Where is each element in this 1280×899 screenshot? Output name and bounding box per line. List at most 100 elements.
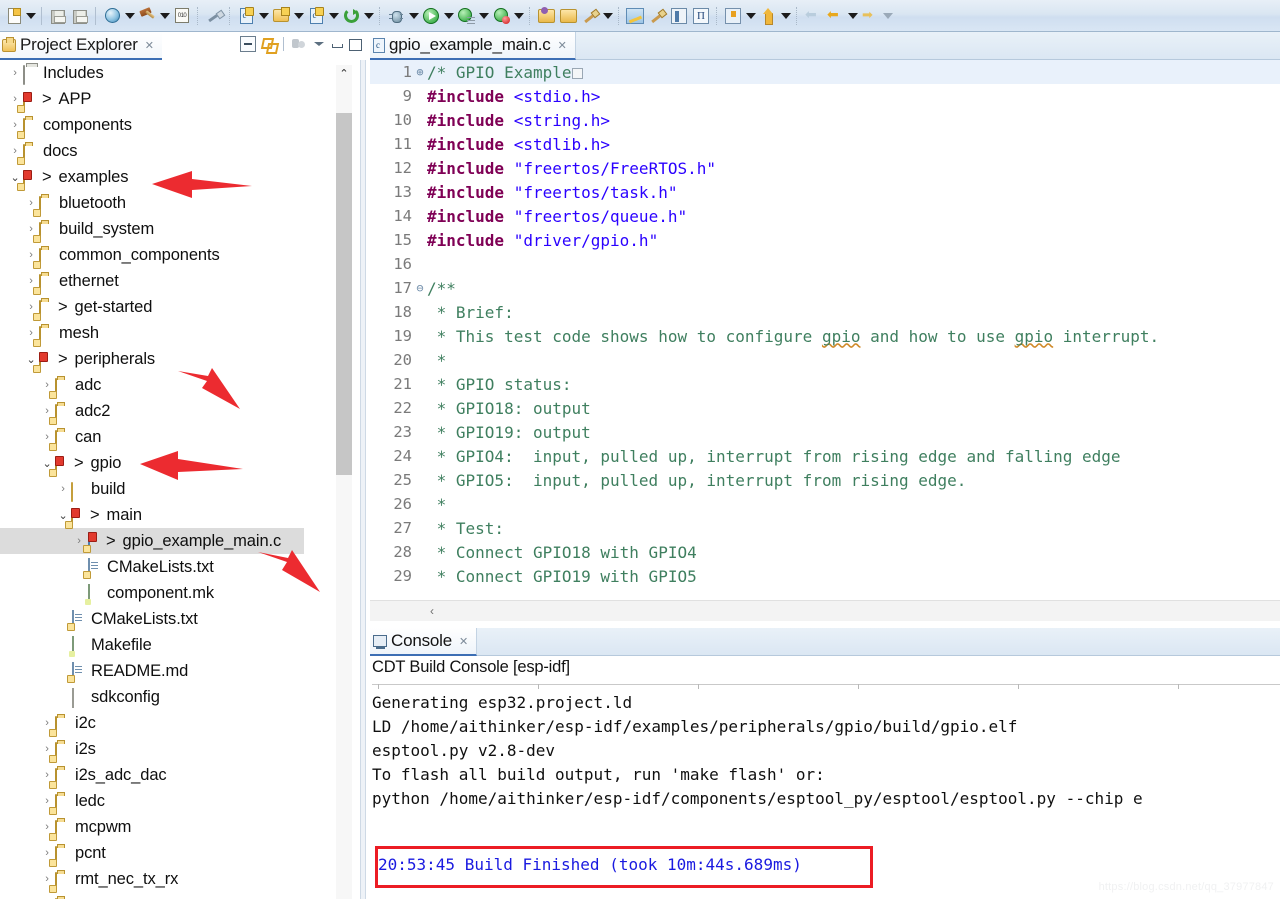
chevron-down-icon[interactable]: ⌄ (56, 509, 70, 522)
code-line[interactable]: 23 * GPIO19: output (370, 420, 1280, 444)
code-line[interactable]: 24 * GPIO4: input, pulled up, interrupt … (370, 444, 1280, 468)
tree-item-component-mk[interactable]: component.mk (0, 580, 346, 606)
tree-item-examples[interactable]: ⌄ > examples (0, 164, 346, 190)
new-c-file-dropdown-arrow[interactable] (327, 5, 340, 27)
new-folder-dropdown-arrow[interactable] (292, 5, 305, 27)
run-configuration-icon[interactable] (455, 5, 477, 27)
explorer-editor-sash[interactable] (360, 60, 366, 899)
code-line[interactable]: 29 * Connect GPIO19 with GPIO5 (370, 564, 1280, 588)
tree-item-rmt-tx[interactable]: ›rmt_tx (0, 892, 346, 899)
fold-toggle-icon[interactable]: ⊕ (414, 65, 426, 79)
code-line[interactable]: 19 * This test code shows how to configu… (370, 324, 1280, 348)
tree-item-i2c[interactable]: › i2c (0, 710, 346, 736)
tree-item-i2s[interactable]: › i2s (0, 736, 346, 762)
new-c-project-icon[interactable] (235, 5, 257, 27)
build-hammer-icon[interactable] (136, 5, 158, 27)
run-error-icon[interactable] (490, 5, 512, 27)
back-dropdown-arrow[interactable] (846, 5, 859, 27)
terminal-icon[interactable] (646, 5, 668, 27)
code-line[interactable]: 17 ⊖/** (370, 276, 1280, 300)
new-c-project-dropdown-arrow[interactable] (257, 5, 270, 27)
scroll-up-icon[interactable]: ⌃ (336, 65, 352, 81)
scroll-left-icon[interactable]: ‹ (430, 604, 434, 618)
tree-item-includes[interactable]: › Includes (0, 60, 346, 86)
build-dropdown-arrow[interactable] (158, 5, 171, 27)
debug-dropdown-arrow[interactable] (407, 5, 420, 27)
code-line[interactable]: 12 #include "freertos/FreeRTOS.h" (370, 156, 1280, 180)
code-line[interactable]: 13 #include "freertos/task.h" (370, 180, 1280, 204)
open-folder-icon[interactable] (557, 5, 579, 27)
tree-item-adc2[interactable]: › adc2 (0, 398, 346, 424)
chevron-right-icon[interactable]: › (40, 717, 54, 729)
chevron-right-icon[interactable]: › (40, 795, 54, 807)
binary-file-icon[interactable]: 010 (171, 5, 193, 27)
chevron-right-icon[interactable]: › (24, 275, 38, 287)
editor-horizontal-scrollbar[interactable]: ‹ (370, 600, 1280, 621)
chevron-right-icon[interactable]: › (24, 327, 38, 339)
perspective-view-icon[interactable] (668, 5, 690, 27)
editor-code-area[interactable]: 1 ⊕/* GPIO Example 9 #include <stdio.h> 10 #i… (370, 60, 1280, 600)
pen-edit-icon[interactable] (203, 5, 225, 27)
chevron-right-icon[interactable]: › (24, 223, 38, 235)
chevron-down-icon[interactable]: ⌄ (40, 457, 54, 470)
new-folder-icon[interactable] (270, 5, 292, 27)
collapse-all-icon[interactable] (240, 36, 256, 52)
maximize-icon[interactable] (348, 36, 362, 52)
tree-item-ledc[interactable]: › ledc (0, 788, 346, 814)
tree-item-build-system[interactable]: › build_system (0, 216, 346, 242)
tree-item-peripherals[interactable]: ⌄ > peripherals (0, 346, 346, 372)
code-line[interactable]: 15 #include "driver/gpio.h" (370, 228, 1280, 252)
refresh-dropdown-arrow[interactable] (362, 5, 375, 27)
brush-icon[interactable] (579, 5, 601, 27)
run-error-dropdown-arrow[interactable] (512, 5, 525, 27)
tab-project-explorer[interactable]: Project Explorer ✕ (0, 32, 162, 60)
chevron-right-icon[interactable]: › (56, 483, 70, 495)
debug-bug-icon[interactable] (385, 5, 407, 27)
chevron-right-icon[interactable]: › (40, 405, 54, 417)
link-with-editor-icon[interactable] (261, 36, 277, 52)
code-line[interactable]: 11 #include <stdlib.h> (370, 132, 1280, 156)
tree-item-rmt-nec-tx-rx[interactable]: › rmt_nec_tx_rx (0, 866, 346, 892)
chevron-right-icon[interactable]: › (24, 197, 38, 209)
tree-item-app[interactable]: › > APP (0, 86, 346, 112)
pi-icon[interactable]: Π (690, 5, 712, 27)
tab-gpio-example-main-c[interactable]: gpio_example_main.c ✕ (370, 32, 576, 60)
chevron-down-icon[interactable]: ⌄ (8, 171, 22, 184)
run-dropdown-arrow[interactable] (442, 5, 455, 27)
back-arrow-icon[interactable] (824, 5, 846, 27)
run-icon[interactable] (420, 5, 442, 27)
tree-item-cmakelists-txt[interactable]: CMakeLists.txt (0, 606, 346, 632)
code-line[interactable]: 1 ⊕/* GPIO Example (370, 60, 1280, 84)
code-line[interactable]: 20 * (370, 348, 1280, 372)
tree-item-docs[interactable]: › docs (0, 138, 346, 164)
fold-toggle-icon[interactable]: ⊖ (414, 281, 426, 295)
code-line[interactable]: 26 * (370, 492, 1280, 516)
forward-dropdown-arrow[interactable] (881, 5, 894, 27)
tree-item-pcnt[interactable]: › pcnt (0, 840, 346, 866)
close-icon[interactable]: ✕ (145, 39, 154, 52)
chevron-right-icon[interactable]: › (40, 847, 54, 859)
close-icon[interactable]: ✕ (558, 39, 567, 52)
code-line[interactable]: 25 * GPIO5: input, pulled up, interrupt … (370, 468, 1280, 492)
brush-dropdown-arrow[interactable] (601, 5, 614, 27)
tree-item-readme-md[interactable]: README.md (0, 658, 346, 684)
open-perspective-icon[interactable] (624, 5, 646, 27)
tree-item-adc[interactable]: › adc (0, 372, 346, 398)
refresh-icon[interactable] (340, 5, 362, 27)
tree-item-ethernet[interactable]: › ethernet (0, 268, 346, 294)
tree-item-common-components[interactable]: › common_components (0, 242, 346, 268)
upload-icon[interactable] (757, 5, 779, 27)
scrollbar-thumb[interactable] (336, 113, 352, 475)
minimize-icon[interactable] (330, 36, 343, 52)
tree-item-mcpwm[interactable]: › mcpwm (0, 814, 346, 840)
code-line[interactable]: 27 * Test: (370, 516, 1280, 540)
code-line[interactable]: 14 #include "freertos/queue.h" (370, 204, 1280, 228)
code-line[interactable]: 9 #include <stdio.h> (370, 84, 1280, 108)
tree-item-can[interactable]: › can (0, 424, 346, 450)
tree-item-get-started[interactable]: › > get-started (0, 294, 346, 320)
code-line[interactable]: 28 * Connect GPIO18 with GPIO4 (370, 540, 1280, 564)
tree-item-sdkconfig[interactable]: sdkconfig (0, 684, 346, 710)
new-c-file-icon[interactable] (305, 5, 327, 27)
run-configuration-dropdown-arrow[interactable] (477, 5, 490, 27)
project-tree[interactable]: › Includes › > APP › components › docs ⌄ > examples… (0, 60, 346, 899)
